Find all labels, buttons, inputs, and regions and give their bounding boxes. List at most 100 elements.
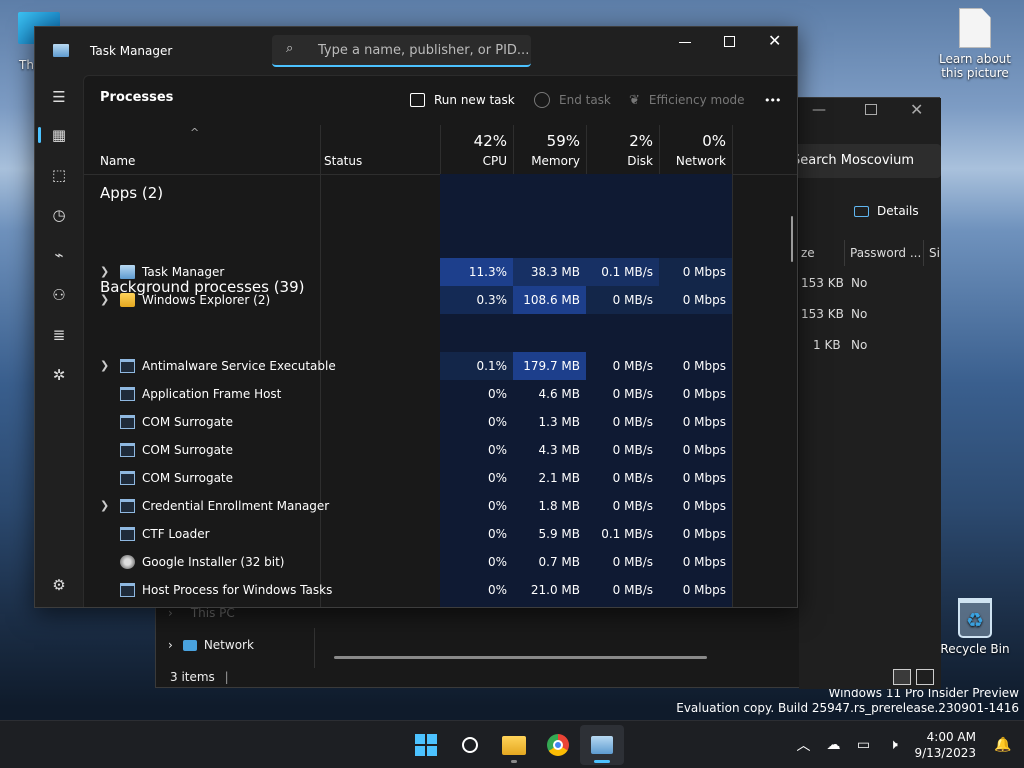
- process-name: Google Installer (32 bit): [142, 555, 285, 569]
- expand-chevron-icon[interactable]: ❯: [100, 492, 109, 520]
- expand-chevron-icon[interactable]: ❯: [100, 352, 109, 380]
- process-row[interactable]: ❯ Task Manager 11.3% 38.3 MB 0.1 MB/s 0 Mbps: [84, 258, 797, 286]
- column-network[interactable]: 0% Network: [659, 126, 732, 174]
- nav-item-this-pc[interactable]: › This PC: [168, 606, 235, 620]
- file-icon: [959, 8, 991, 48]
- hamburger-menu-icon[interactable]: ☰: [47, 85, 71, 109]
- explorer-row[interactable]: 153 KB No: [801, 307, 867, 321]
- process-row[interactable]: ❯ Windows Explorer (2) 0.3% 108.6 MB 0 MB/s 0…: [84, 286, 797, 314]
- title-bar[interactable]: Task Manager ⌕ Type a name, publisher, o…: [35, 27, 797, 75]
- explorer-details-button[interactable]: Details: [854, 204, 919, 218]
- search-button[interactable]: [448, 725, 492, 765]
- performance-icon[interactable]: ⬚: [47, 163, 71, 187]
- recycle-bin-icon: ♻: [958, 598, 992, 638]
- minimize-button[interactable]: [679, 42, 691, 43]
- process-row[interactable]: COM Surrogate 0% 1.3 MB 0 MB/s 0 Mbps: [84, 408, 797, 436]
- services-icon[interactable]: ✲: [47, 363, 71, 387]
- memory-total: 59%: [546, 132, 580, 150]
- col-size[interactable]: ze: [801, 246, 815, 260]
- volume-muted-icon[interactable]: 🕨: [878, 737, 908, 753]
- maximize-button[interactable]: [724, 36, 735, 47]
- explorer-minimize-button[interactable]: —: [812, 102, 842, 122]
- process-row[interactable]: Host Process for Windows Tasks 0% 21.0 MB 0…: [84, 576, 797, 604]
- process-cpu-value: 0%: [487, 555, 507, 569]
- process-row[interactable]: ❯ Antimalware Service Executable 0.1% 179.7…: [84, 352, 797, 380]
- column-name[interactable]: ^ Name: [84, 126, 320, 174]
- build-watermark: Windows 11 Pro Insider Preview Evaluatio…: [676, 686, 1019, 716]
- vertical-scrollbar[interactable]: [791, 216, 793, 262]
- file-explorer-button[interactable]: [492, 725, 536, 765]
- app-history-icon[interactable]: ◷: [47, 203, 71, 227]
- details-icon[interactable]: ≣: [47, 323, 71, 347]
- nav-item-network[interactable]: › Network: [168, 638, 254, 652]
- navigation-rail: ☰ ▦ ⬚ ◷ ⌁ ⚇ ≣ ✲ ⚙: [35, 75, 83, 607]
- end-task-button[interactable]: End task: [534, 90, 611, 110]
- process-net-value: 0 Mbps: [682, 499, 726, 513]
- details-view-icon[interactable]: [893, 669, 911, 685]
- search-input[interactable]: ⌕ Type a name, publisher, or PID...: [272, 35, 531, 67]
- process-row[interactable]: Application Frame Host 0% 4.6 MB 0 MB/s 0 Mb…: [84, 380, 797, 408]
- process-disk-value: 0 MB/s: [612, 499, 653, 513]
- taskbar: ︿ ☁ ▭ 🕨 4:00 AM 9/13/2023 🔔: [0, 720, 1024, 768]
- users-icon[interactable]: ⚇: [47, 283, 71, 307]
- clock[interactable]: 4:00 AM 9/13/2023: [914, 729, 976, 761]
- desktop-file-learn-about-picture[interactable]: Learn about this picture: [935, 8, 1015, 80]
- process-row[interactable]: Host Process for Windows Tasks 0%2.5 MB0.…: [84, 604, 797, 607]
- process-cpu-value: 0%: [487, 527, 507, 541]
- window-app-icon: [120, 415, 135, 429]
- chevron-up-icon[interactable]: ︿: [788, 735, 818, 755]
- process-row[interactable]: ❯ Credential Enrollment Manager 0% 1.8 MB 0 …: [84, 492, 797, 520]
- details-label: Details: [877, 204, 919, 218]
- desktop-file-label: Learn about this picture: [939, 52, 1011, 80]
- col-si[interactable]: Si: [929, 246, 940, 260]
- column-cpu[interactable]: 42% CPU: [440, 126, 513, 174]
- process-row[interactable]: CTF Loader 0% 5.9 MB 0.1 MB/s 0 Mbps: [84, 520, 797, 548]
- efficiency-mode-button[interactable]: ❦ Efficiency mode: [629, 90, 745, 110]
- close-button[interactable]: ✕: [768, 31, 781, 50]
- process-mem-value: 108.6 MB: [513, 286, 586, 314]
- process-disk-value: 0 MB/s: [612, 471, 653, 485]
- process-net-value: 0 Mbps: [659, 258, 732, 286]
- start-button[interactable]: [404, 725, 448, 765]
- column-disk[interactable]: 2% Disk: [586, 126, 659, 174]
- more-options-button[interactable]: •••: [764, 90, 781, 110]
- onedrive-icon[interactable]: ☁: [818, 737, 848, 753]
- process-name: Host Process for Windows Tasks: [142, 604, 332, 607]
- row-size: 153 KB: [801, 276, 844, 290]
- process-cpu-value: 0%: [487, 583, 507, 597]
- process-row[interactable]: Google Installer (32 bit) 0% 0.7 MB 0 MB/s 0…: [84, 548, 797, 576]
- settings-gear-icon[interactable]: ⚙: [47, 573, 71, 597]
- horizontal-scrollbar[interactable]: [334, 656, 707, 659]
- column-status[interactable]: Status: [320, 126, 440, 174]
- explorer-close-button[interactable]: ✕: [910, 100, 923, 119]
- process-disk-value: 0.1 MB/s: [586, 258, 659, 286]
- process-net-value: 0 Mbps: [682, 443, 726, 457]
- explorer-search-box[interactable]: Search Moscovium: [784, 144, 941, 178]
- group-apps-header[interactable]: Apps (2): [100, 184, 163, 202]
- chrome-button[interactable]: [536, 725, 580, 765]
- clock-time: 4:00 AM: [926, 730, 976, 744]
- process-cpu-value: 0.1%: [440, 352, 513, 380]
- expand-chevron-icon[interactable]: ❯: [100, 286, 109, 314]
- network-status-icon[interactable]: ▭: [848, 737, 878, 753]
- processes-icon[interactable]: ▦: [47, 123, 71, 147]
- tiles-view-icon[interactable]: [916, 669, 934, 685]
- explorer-row[interactable]: 153 KB No: [801, 276, 867, 290]
- process-row[interactable]: COM Surrogate 0% 4.3 MB 0 MB/s 0 Mbps: [84, 436, 797, 464]
- network-total: 0%: [702, 132, 726, 150]
- task-manager-taskbar-button[interactable]: [580, 725, 624, 765]
- run-new-task-button[interactable]: Run new task: [410, 90, 515, 110]
- notification-bell-icon[interactable]: 🔔: [988, 737, 1018, 753]
- startup-apps-icon[interactable]: ⌁: [47, 243, 71, 267]
- recycle-bin-label: Recycle Bin: [940, 642, 1010, 656]
- col-password[interactable]: Password ...: [850, 246, 921, 260]
- expand-chevron-icon[interactable]: ❯: [100, 258, 109, 286]
- explorer-row[interactable]: 1 KB No: [813, 338, 867, 352]
- explorer-maximize-button[interactable]: [865, 104, 877, 115]
- process-row[interactable]: COM Surrogate 0% 2.1 MB 0 MB/s 0 Mbps: [84, 464, 797, 492]
- desktop-recycle-bin[interactable]: ♻ Recycle Bin: [935, 598, 1015, 656]
- row-size: 153 KB: [801, 307, 844, 321]
- column-memory[interactable]: 59% Memory: [513, 126, 586, 174]
- nav-item-label: Network: [203, 638, 254, 652]
- chevron-right-icon[interactable]: ›: [168, 638, 173, 652]
